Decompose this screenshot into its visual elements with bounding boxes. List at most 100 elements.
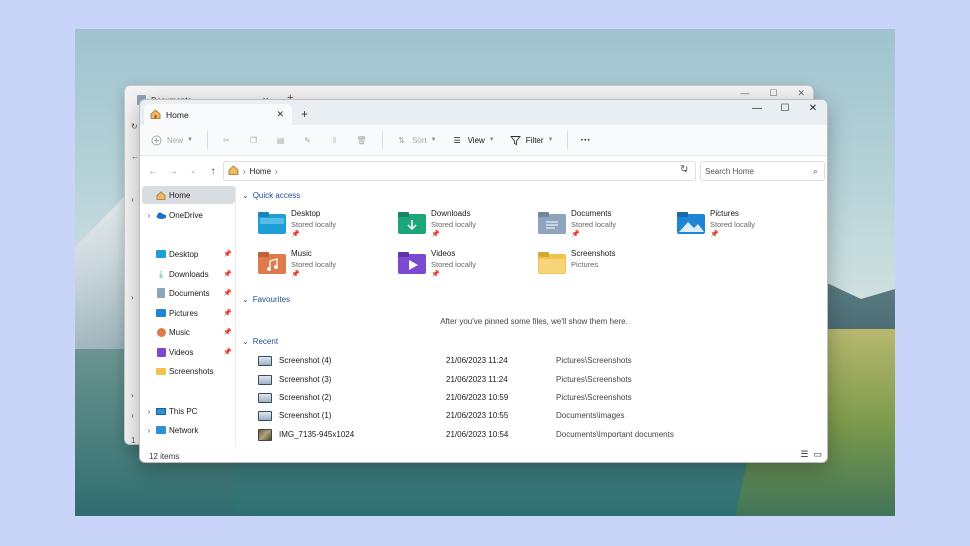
sidebar-item-this-pc[interactable]: › This PC <box>142 402 235 420</box>
pin-icon[interactable]: 📌 <box>223 348 232 356</box>
sidebar-item-music[interactable]: Music 📌 <box>142 323 235 341</box>
recent-row[interactable]: Screenshot (4) 21/06/2023 11:24 Pictures… <box>258 352 818 369</box>
paste-button[interactable]: ▤ <box>274 134 287 147</box>
quick-access-screenshots[interactable]: ScreenshotsPictures <box>538 249 668 285</box>
tiles-view-icon[interactable]: ▭ <box>813 449 822 460</box>
chevron-right-icon[interactable]: › <box>142 407 156 416</box>
document-icon <box>156 288 166 298</box>
quick-access-music[interactable]: MusicStored locally📌 <box>258 249 388 285</box>
home-icon <box>156 190 166 200</box>
address-bar[interactable]: › Home › ⌄ <box>223 161 696 181</box>
sidebar-item-label: Music <box>169 328 190 337</box>
close-button[interactable]: ✕ <box>799 100 827 117</box>
pin-icon[interactable]: 📌 <box>223 270 232 278</box>
quick-access-videos[interactable]: VideosStored locally📌 <box>398 249 528 285</box>
search-box[interactable]: Search Home ⌕ <box>700 161 825 181</box>
recent-locations-icon[interactable]: ⌄ <box>183 167 203 175</box>
item-status: Stored locally <box>431 260 476 269</box>
sidebar-item-home[interactable]: Home <box>142 186 235 204</box>
maximize-button[interactable]: ☐ <box>771 100 799 117</box>
pin-icon: 📌 <box>431 270 476 278</box>
sidebar-item-documents[interactable]: Documents 📌 <box>142 284 235 302</box>
quick-access-downloads[interactable]: DownloadsStored locally📌 <box>398 209 528 245</box>
quick-access-pictures[interactable]: PicturesStored locally📌 <box>677 209 807 245</box>
sort-button[interactable]: ⇅ Sort ▼ <box>395 134 437 147</box>
sidebar-item-label: Network <box>169 426 198 435</box>
recent-file-name: Screenshot (4) <box>279 356 446 365</box>
pictures-folder-icon <box>677 212 705 234</box>
minimize-icon[interactable]: — <box>740 88 749 99</box>
recent-row[interactable]: IMG_7135-945x1024 21/06/2023 10:54 Docum… <box>258 426 818 443</box>
music-folder-icon <box>258 252 286 274</box>
title-bar[interactable]: Home ✕ + — ☐ ✕ <box>140 100 827 125</box>
pin-icon: 📌 <box>571 230 616 238</box>
refresh-icon[interactable]: ↻ <box>680 164 688 175</box>
section-title: Recent <box>253 337 278 346</box>
back-window-controls: — ☐ ✕ <box>740 88 805 99</box>
chevron-down-icon: ▼ <box>431 137 437 143</box>
forward-arrow-icon[interactable]: → <box>163 166 183 177</box>
section-title: Favourites <box>253 295 290 304</box>
image-file-icon <box>258 429 272 441</box>
recent-row[interactable]: Screenshot (3) 21/06/2023 11:24 Pictures… <box>258 371 818 388</box>
desktop-folder-icon <box>258 212 286 234</box>
chevron-right-icon[interactable]: › <box>275 167 278 176</box>
favourites-header[interactable]: ⌄ Favourites <box>242 295 290 304</box>
chevron-right-icon[interactable]: › <box>142 426 156 435</box>
chevron-down-icon: ⌄ <box>242 191 249 200</box>
sidebar-item-pictures[interactable]: Pictures 📌 <box>142 304 235 322</box>
details-view-icon[interactable]: ☰ <box>800 449 808 460</box>
recent-row[interactable]: Screenshot (2) 21/06/2023 10:59 Pictures… <box>258 389 818 406</box>
copy-button[interactable]: ❐ <box>247 134 260 147</box>
sidebar-item-screenshots[interactable]: Screenshots <box>142 362 235 380</box>
filter-button[interactable]: Filter ▼ <box>509 134 554 147</box>
screenshot-file-icon <box>258 356 272 366</box>
recent-row[interactable]: Screenshot (1) 21/06/2023 10:55 Document… <box>258 407 818 424</box>
close-tab-icon[interactable]: ✕ <box>276 109 284 120</box>
recent-header[interactable]: ⌄ Recent <box>242 337 278 346</box>
item-name: Desktop <box>291 209 336 218</box>
delete-button[interactable]: 🗑 <box>355 134 368 147</box>
quick-access-documents[interactable]: DocumentsStored locally📌 <box>538 209 668 245</box>
new-tab-icon[interactable]: + <box>301 107 308 121</box>
rename-button[interactable]: ✎ <box>301 134 314 147</box>
sidebar-item-onedrive[interactable]: › OneDrive <box>142 206 235 224</box>
pin-icon[interactable]: 📌 <box>223 289 232 297</box>
quick-access-header[interactable]: ⌄ Quick access <box>242 191 300 200</box>
sidebar-item-videos[interactable]: Videos 📌 <box>142 343 235 361</box>
sidebar-item-label: Pictures <box>169 309 198 318</box>
minimize-button[interactable]: — <box>743 100 771 117</box>
recent-file-date: 21/06/2023 10:55 <box>446 411 556 420</box>
chevron-right-icon[interactable]: › <box>142 211 156 220</box>
plus-circle-icon <box>150 134 163 147</box>
file-explorer-window[interactable]: Home ✕ + — ☐ ✕ New ▼ ✂ ❐ ▤ ✎ ⇪ 🗑 ⇅ Sort … <box>139 99 828 463</box>
close-icon[interactable]: ✕ <box>797 88 805 99</box>
item-name: Music <box>291 249 336 258</box>
item-name: Pictures <box>710 209 755 218</box>
view-toggle: ☰ ▭ <box>800 449 822 460</box>
up-arrow-icon[interactable]: ↑ <box>203 166 223 177</box>
sidebar-item-desktop[interactable]: Desktop 📌 <box>142 245 235 263</box>
pin-icon[interactable]: 📌 <box>223 309 232 317</box>
pin-icon[interactable]: 📌 <box>223 250 232 258</box>
more-options-button[interactable]: ··· <box>580 135 590 146</box>
rename-icon: ✎ <box>301 134 314 147</box>
cut-button[interactable]: ✂ <box>220 134 233 147</box>
back-arrow-icon[interactable]: ← <box>143 166 163 177</box>
pin-icon[interactable]: 📌 <box>223 328 232 336</box>
picture-icon <box>156 308 166 318</box>
item-count: 12 items <box>149 452 179 461</box>
maximize-icon[interactable]: ☐ <box>769 88 777 99</box>
quick-access-desktop[interactable]: DesktopStored locally📌 <box>258 209 388 245</box>
tab-home[interactable]: Home ✕ <box>144 104 292 126</box>
address-path[interactable]: Home <box>250 167 271 176</box>
search-input[interactable]: Search Home <box>705 167 754 176</box>
share-button[interactable]: ⇪ <box>328 134 341 147</box>
sidebar-item-network[interactable]: › Network <box>142 421 235 439</box>
view-button[interactable]: ☰ View ▼ <box>451 134 495 147</box>
filter-label: Filter <box>526 136 544 145</box>
new-button[interactable]: New ▼ <box>150 134 193 147</box>
recent-file-date: 21/06/2023 10:59 <box>446 393 556 402</box>
sort-icon: ⇅ <box>395 134 408 147</box>
sidebar-item-downloads[interactable]: ⤓ Downloads 📌 <box>142 265 235 283</box>
